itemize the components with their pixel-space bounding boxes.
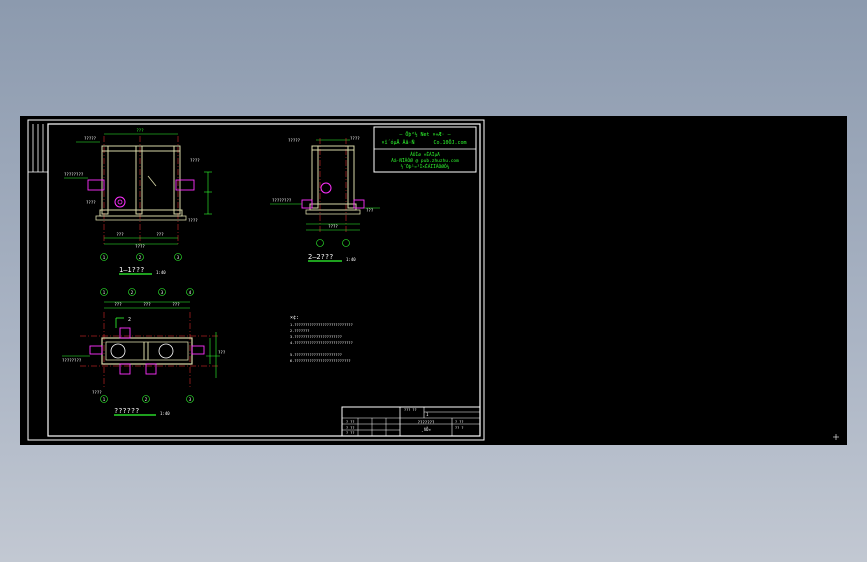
- svg-text:????????: ????????: [272, 198, 292, 203]
- plan-axis-top-2: 2: [131, 290, 134, 295]
- title-block-project: ???????: [418, 420, 435, 425]
- svg-text:??? ??: ??? ??: [404, 408, 417, 412]
- note-3: 3.??????????????????????: [290, 335, 342, 339]
- section-2-view: ????? ???? ???????? ??? ???? 2—2??? 1:40: [270, 136, 380, 262]
- note-2: 2.???????: [290, 329, 309, 333]
- viewport-edge: [833, 434, 839, 440]
- svg-text:???: ???: [366, 208, 374, 213]
- svg-text:? ??: ? ??: [346, 431, 354, 435]
- section2-scale: 1:40: [346, 257, 356, 262]
- svg-text:????: ????: [188, 218, 198, 223]
- svg-text:???: ???: [136, 128, 144, 133]
- plan-view: 1 2 3 4 ??? ??? ??? 2 ???????? ???? ??? …: [62, 288, 226, 416]
- svg-text:???: ???: [218, 350, 226, 355]
- section1-scale: 1:40: [156, 270, 166, 275]
- svg-text:? ??: ? ??: [346, 426, 354, 430]
- svg-text:???: ???: [143, 302, 151, 307]
- plan-axis-bottom-3: 3: [189, 397, 192, 402]
- svg-text:? ??: ? ??: [346, 420, 354, 424]
- svg-text:????: ????: [328, 224, 338, 229]
- s1-axis-3: 3: [177, 255, 180, 260]
- plan-axis-bottom-2: 2: [145, 397, 148, 402]
- svg-text:????: ????: [190, 158, 200, 163]
- section-1-view: ??? ????? ??? ??? ???? ???????? ???? ???…: [64, 128, 212, 275]
- note-6: 6.??????????????????????????: [290, 359, 351, 363]
- stamp-line3: ÂÚÌø ×ÊÁÏµÄ: [410, 150, 440, 158]
- plan-axis-top-4: 4: [189, 290, 192, 295]
- svg-text:???: ???: [172, 302, 180, 307]
- svg-text:????: ????: [135, 244, 145, 249]
- stamp-line1: — Öþ²½ Net ×÷Æ· —: [399, 131, 451, 138]
- svg-text:???: ???: [116, 232, 124, 237]
- svg-text:????????: ????????: [64, 172, 84, 177]
- svg-text:?????: ?????: [288, 138, 301, 143]
- stamp-line2a: ×î´óµÄ Ãâ·Ñ: [381, 139, 414, 146]
- svg-text:???: ???: [156, 232, 164, 237]
- plan-cut-label: 2: [128, 317, 131, 323]
- title-block: ??? ?? 1 ??????? ¸ñÕ¤ ? ?? ?? ? ? ?? ? ?…: [341, 406, 481, 437]
- s1-axis-1: 1: [103, 255, 106, 260]
- notes-header: ×¢:: [290, 315, 299, 321]
- svg-text:????????: ????????: [62, 358, 82, 363]
- svg-text:?????: ?????: [84, 136, 97, 141]
- stamp-box: — Öþ²½ Net ×÷Æ· — ×î´óµÄ Ãâ·Ñ Co.10ÖJ.co…: [373, 126, 477, 173]
- s1-axis-2: 2: [139, 255, 142, 260]
- plan-axis-top-3: 3: [161, 290, 164, 295]
- note-1: 1.???????????????????????????: [290, 323, 353, 327]
- section1-title: 1—1???: [119, 266, 144, 274]
- note-5: 5.??????????????????????: [290, 353, 342, 357]
- plan-scale: 1:40: [160, 411, 170, 416]
- cad-viewport[interactable]: — Öþ²½ Net ×÷Æ· — ×î´óµÄ Ãâ·Ñ Co.10ÖJ.co…: [20, 116, 847, 445]
- note-4: 4.???????????????????????????: [290, 341, 353, 345]
- svg-text:? ??: ? ??: [455, 420, 463, 424]
- svg-text:?? ?: ?? ?: [455, 426, 463, 430]
- title-block-sheet: 1: [426, 412, 429, 417]
- plan-axis-top-1: 1: [103, 290, 106, 295]
- title-block-drawing: ¸ñÕ¤: [421, 427, 431, 432]
- stamp-line2b: Co.10ÖJ.com: [433, 139, 466, 146]
- plan-axis-bottom-1: 1: [103, 397, 106, 402]
- stamp-line4: Ãâ·ÑÏÂÔØ @ pub.zhuzhu.com: [391, 157, 459, 164]
- svg-text:????: ????: [350, 136, 360, 141]
- svg-text:????: ????: [92, 390, 102, 395]
- plan-title: ??????: [114, 407, 139, 415]
- notes-block: ×¢: 1.??????????????????????????? 2.????…: [290, 315, 353, 363]
- svg-text:????: ????: [86, 200, 96, 205]
- section2-title: 2—2???: [308, 253, 333, 261]
- cad-drawing[interactable]: — Öþ²½ Net ×÷Æ· — ×î´óµÄ Ãâ·Ñ Co.10ÖJ.co…: [20, 116, 847, 445]
- svg-text:???: ???: [114, 302, 122, 307]
